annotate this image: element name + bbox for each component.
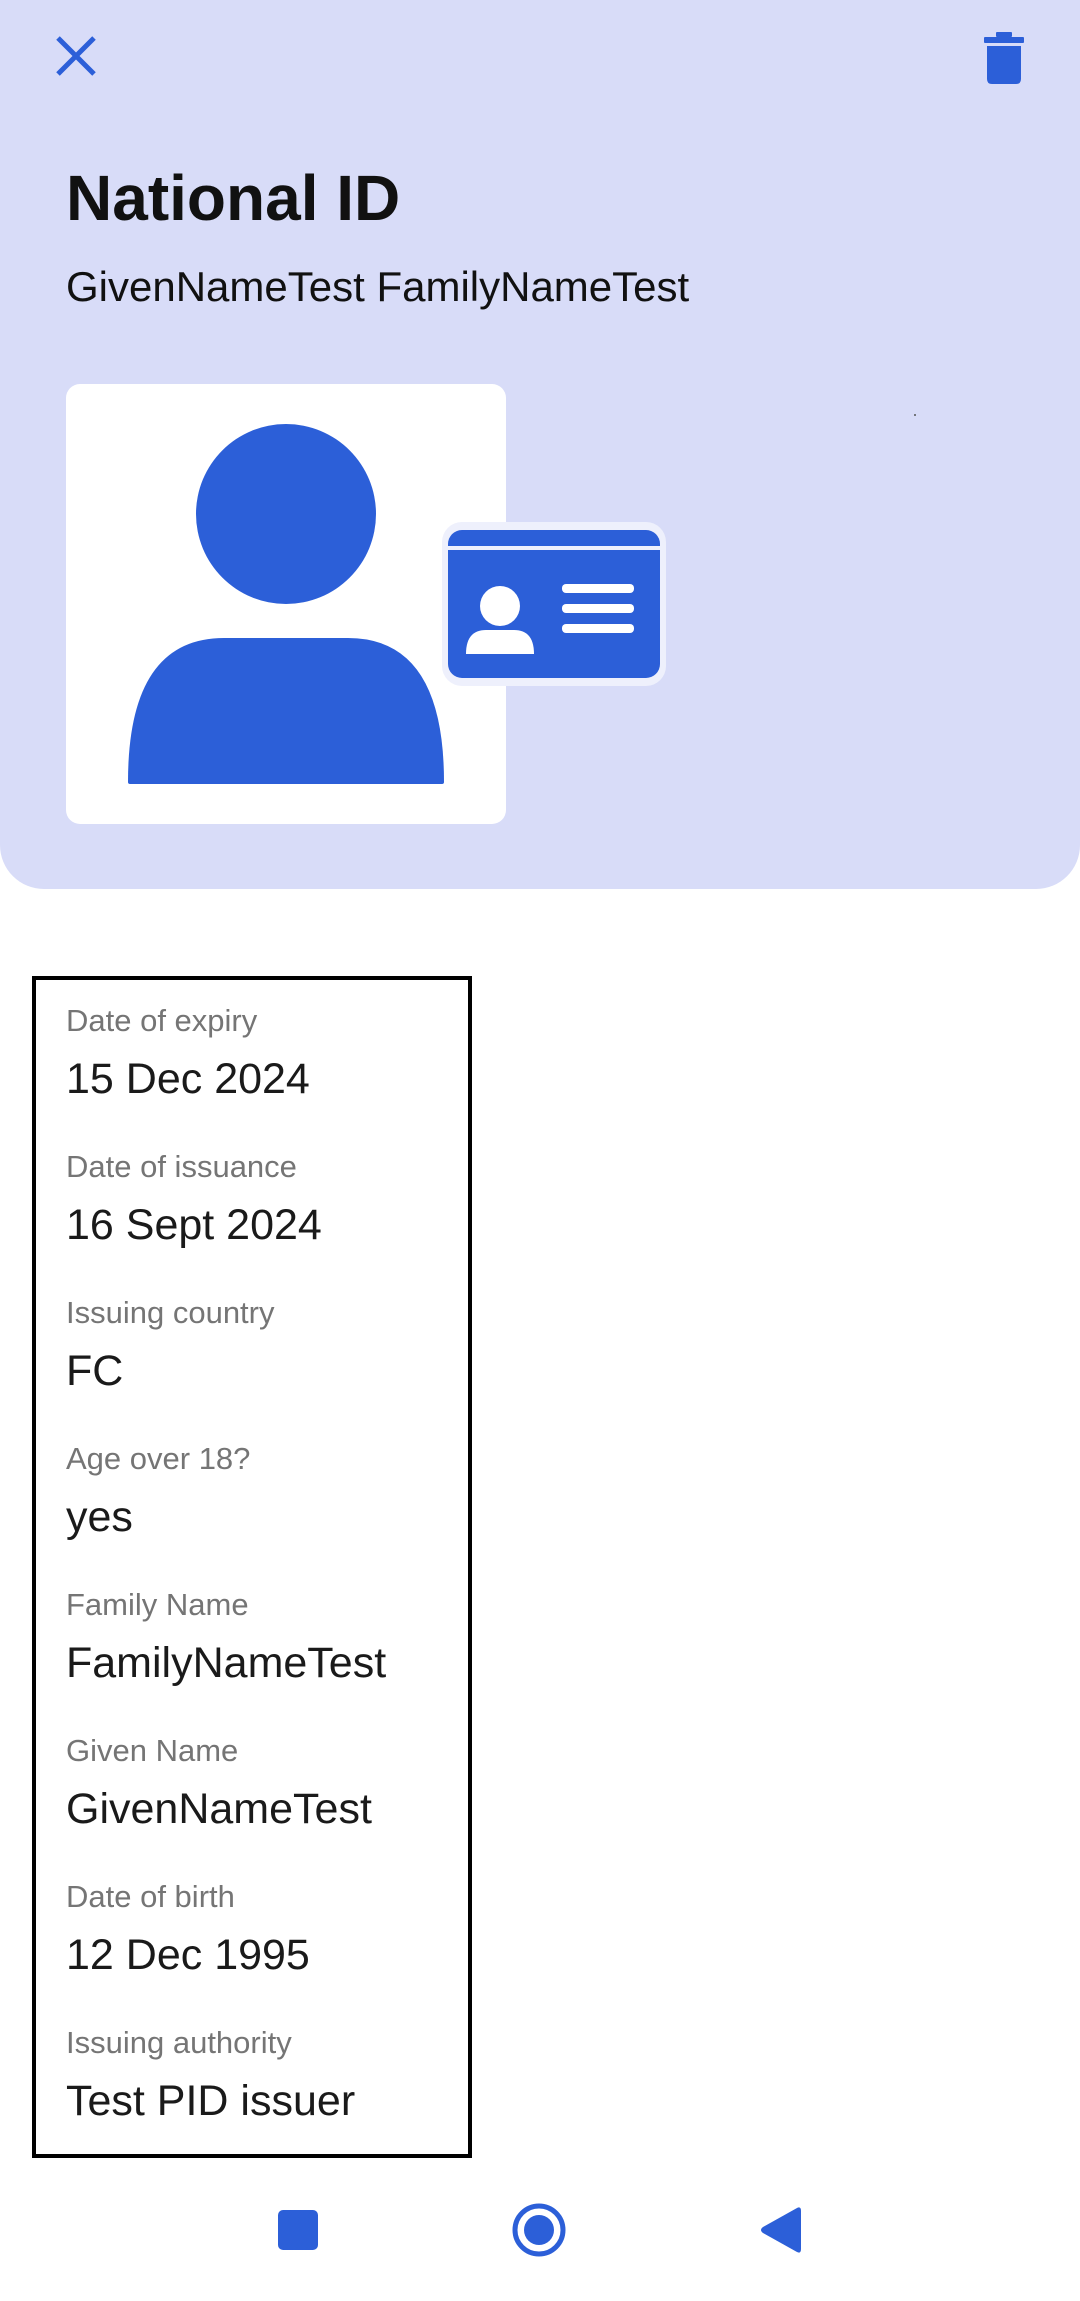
system-navigation-bar — [0, 2180, 1080, 2301]
detail-item-family-name: Family Name FamilyNameTest — [66, 1589, 386, 1685]
screen: National ID GivenNameTest FamilyNameTest… — [0, 0, 1080, 2301]
detail-value: yes — [66, 1493, 133, 1541]
delete-button[interactable] — [966, 20, 1042, 96]
detail-value: 12 Dec 1995 — [66, 1931, 310, 1979]
detail-item-date-of-expiry: Date of expiry 15 Dec 2024 — [66, 1005, 310, 1101]
triangle-back-icon — [761, 2207, 801, 2253]
detail-item-given-name: Given Name GivenNameTest — [66, 1735, 372, 1831]
close-icon — [56, 36, 96, 76]
recents-button[interactable] — [248, 2180, 348, 2280]
person-with-id-card-icon — [128, 424, 666, 784]
page-title: National ID — [66, 162, 401, 234]
decorative-dot — [914, 414, 916, 416]
detail-item-date-of-birth: Date of birth 12 Dec 1995 — [66, 1881, 310, 1977]
detail-label: Age over 18? — [66, 1441, 251, 1476]
home-button[interactable] — [489, 2180, 589, 2280]
detail-value: GivenNameTest — [66, 1785, 372, 1833]
detail-label: Issuing country — [66, 1295, 275, 1330]
detail-label: Date of birth — [66, 1879, 235, 1914]
holder-name: GivenNameTest FamilyNameTest — [66, 263, 690, 310]
detail-value: 15 Dec 2024 — [66, 1055, 310, 1103]
detail-value: Test PID issuer — [66, 2077, 356, 2125]
detail-label: Given Name — [66, 1733, 239, 1768]
detail-label: Issuing authority — [66, 2025, 292, 2060]
document-header: National ID GivenNameTest FamilyNameTest — [0, 0, 1080, 889]
square-icon — [278, 2210, 318, 2250]
back-button[interactable] — [730, 2180, 830, 2280]
detail-value: FC — [66, 1347, 124, 1395]
circle-icon — [512, 2203, 566, 2257]
close-button[interactable] — [38, 18, 114, 94]
trash-icon — [984, 32, 1024, 84]
detail-value: 16 Sept 2024 — [66, 1201, 322, 1249]
detail-label: Date of expiry — [66, 1003, 258, 1038]
detail-item-issuing-authority: Issuing authority Test PID issuer — [66, 2027, 355, 2123]
detail-item-age-over-18: Age over 18? yes — [66, 1443, 250, 1539]
detail-item-issuing-country: Issuing country FC — [66, 1297, 275, 1393]
detail-label: Date of issuance — [66, 1149, 297, 1184]
detail-item-date-of-issuance: Date of issuance 16 Sept 2024 — [66, 1151, 322, 1247]
detail-value: FamilyNameTest — [66, 1639, 387, 1687]
detail-label: Family Name — [66, 1587, 249, 1622]
